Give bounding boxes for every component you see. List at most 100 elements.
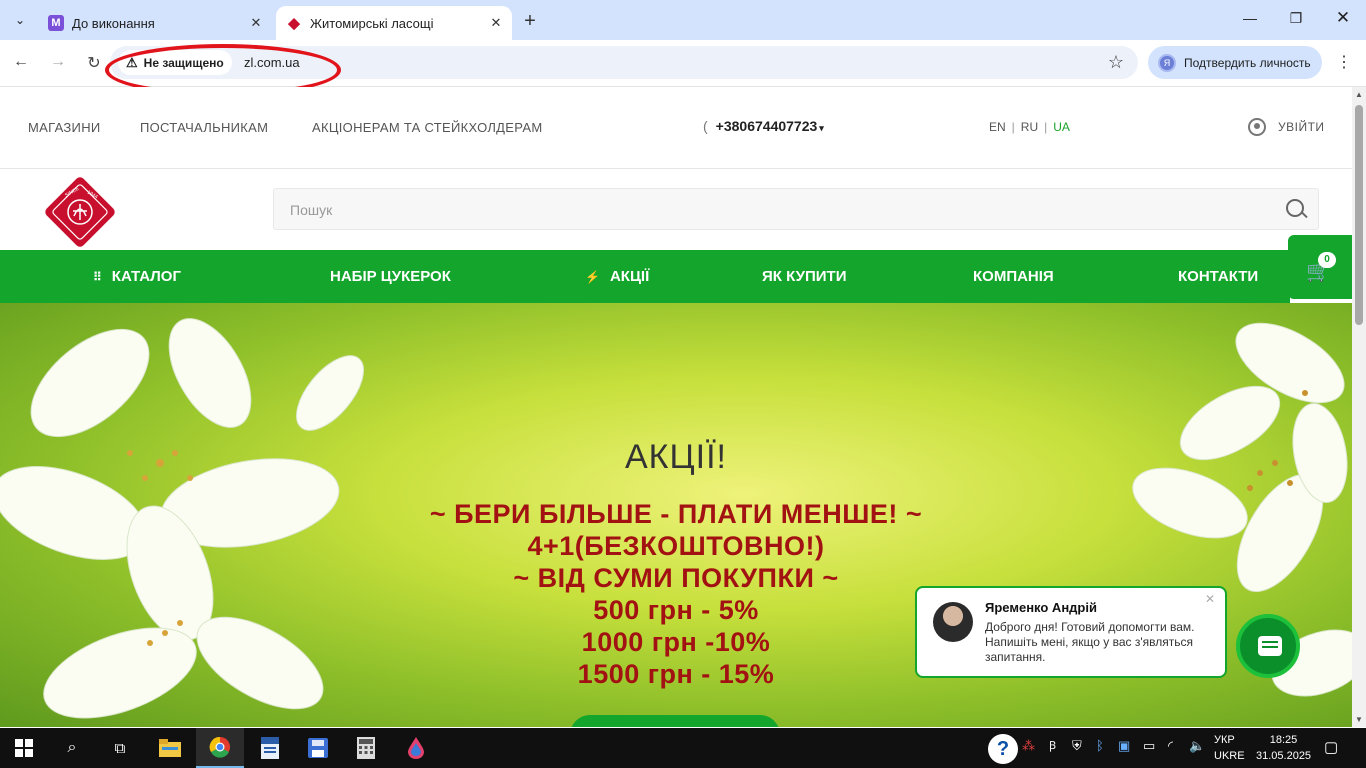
nav-label: ЯК КУПИТИ — [762, 268, 847, 285]
tray-network-app-icon[interactable]: ▣ — [1118, 738, 1130, 754]
scroll-down-icon[interactable]: ▼ — [1355, 715, 1363, 724]
file-explorer-icon[interactable] — [146, 728, 194, 768]
task-view-icon[interactable]: ⧉ — [96, 728, 144, 768]
nav-label: КОНТАКТИ — [1178, 268, 1259, 285]
bluetooth-icon[interactable]: ᛒ — [1096, 738, 1104, 753]
close-tab-icon[interactable]: ✕ — [246, 15, 266, 31]
search-field[interactable]: Пошук — [273, 188, 1319, 230]
calculator-icon[interactable] — [342, 728, 390, 768]
forward-icon[interactable]: → — [47, 53, 69, 71]
promo-cta-button[interactable] — [570, 715, 780, 727]
login-label: УВІЙТИ — [1278, 120, 1325, 134]
chat-launcher-button[interactable] — [1236, 614, 1300, 678]
page-scrollbar[interactable]: ▲ ▼ — [1352, 87, 1366, 727]
grid-icon: ⠿ — [93, 269, 102, 284]
lang-line: УКР — [1214, 734, 1235, 746]
nav-catalog[interactable]: ⠿ КАТАЛОГ — [93, 268, 181, 285]
start-button[interactable] — [0, 728, 48, 768]
chat-popup[interactable]: Яременко Андрій Доброго дня! Готовий доп… — [915, 586, 1227, 678]
language-switcher: EN | RU | UA — [989, 120, 1070, 134]
tab-zhytomyr[interactable]: ◆ Житомирські ласощі ✕ — [276, 6, 512, 40]
new-tab-icon[interactable]: + — [520, 10, 540, 33]
scroll-up-icon[interactable]: ▲ — [1355, 90, 1363, 99]
cart-count-badge: 0 — [1318, 252, 1336, 268]
phone-number: +380674407723 — [715, 118, 818, 134]
top-link-shareholders[interactable]: АКЦІОНЕРАМ ТА СТЕЙКХОЛДЕРАМ — [312, 120, 542, 135]
save-app-icon[interactable] — [294, 728, 342, 768]
search-taskbar-icon[interactable]: ⌕ — [48, 728, 96, 768]
lang-ua[interactable]: UA — [1053, 120, 1070, 134]
nav-candy-set[interactable]: НАБІР ЦУКЕРОК — [330, 268, 451, 285]
chat-bubble-icon — [1258, 636, 1282, 656]
input-language[interactable]: УКР UKRE — [1214, 732, 1245, 764]
help-icon[interactable]: ? — [988, 734, 1018, 764]
top-utility-nav: МАГАЗИНИ ПОСТАЧАЛЬНИКАМ АКЦІОНЕРАМ ТА СТ… — [0, 87, 1352, 169]
tray-security-icon[interactable]: ⛨ — [1072, 738, 1082, 754]
tray-translit-icon[interactable]: Ꞵ — [1049, 738, 1056, 753]
nav-label: АКЦІЇ — [609, 268, 650, 285]
nav-promotions[interactable]: ⚡ АКЦІЇ — [585, 268, 649, 285]
main-nav: ⠿ КАТАЛОГ НАБІР ЦУКЕРОК ⚡ АКЦІЇ ЯК КУПИТИ … — [0, 250, 1290, 303]
menu-kebab-icon[interactable]: ⋮ — [1336, 52, 1352, 72]
lang-ru[interactable]: RU — [1021, 120, 1038, 134]
reload-icon[interactable]: ↻ — [83, 53, 105, 73]
promo-line: ~ БЕРИ БІЛЬШЕ - ПЛАТИ МЕНШЕ! ~ — [429, 499, 923, 529]
nav-label: КАТАЛОГ — [111, 268, 181, 285]
nav-company[interactable]: КОМПАНІЯ — [973, 268, 1054, 285]
profile-button[interactable]: Я Подтвердить личность — [1148, 46, 1322, 79]
nav-label: КОМПАНІЯ — [973, 268, 1054, 285]
system-clock[interactable]: 18:25 31.05.2025 — [1256, 732, 1311, 764]
user-icon — [1248, 118, 1266, 136]
lang-en[interactable]: EN — [989, 120, 1006, 134]
consultant-avatar — [933, 602, 973, 642]
windows-logo-icon — [15, 739, 33, 757]
volume-icon[interactable]: 🔈 — [1189, 738, 1205, 754]
promo-title: АКЦІЇ! — [625, 438, 727, 476]
nav-label: НАБІР ЦУКЕРОК — [330, 268, 451, 285]
todo-favicon-icon: M — [48, 15, 64, 31]
site-logo[interactable]: SINCE 1944 — [41, 173, 119, 251]
browser-tab-bar: ⌄ M До виконання ✕ ◆ Житомирські ласощі … — [0, 0, 1366, 40]
profile-label: Подтвердить личность — [1184, 55, 1311, 70]
close-chat-popup-icon[interactable]: ✕ — [1205, 592, 1215, 606]
nav-how-to-buy[interactable]: ЯК КУПИТИ — [762, 268, 846, 285]
chrome-icon[interactable] — [196, 728, 244, 768]
phone-icon: ( — [703, 118, 708, 134]
promo-line: 4+1(БЕЗКОШТОВНО!) — [527, 531, 825, 561]
document-app-icon[interactable] — [246, 728, 294, 768]
wifi-icon[interactable]: ◜ — [1168, 738, 1173, 754]
lang-line: UKRE — [1214, 750, 1245, 762]
notifications-icon[interactable]: ▢ — [1324, 738, 1338, 756]
phone-dropdown[interactable]: ( +380674407723 ▾ — [703, 118, 824, 134]
tab-title: Житомирські ласощі — [310, 15, 434, 31]
drop-app-icon[interactable] — [392, 728, 440, 768]
bookmark-star-icon[interactable]: ☆ — [1108, 52, 1124, 73]
scrollbar-thumb[interactable] — [1355, 105, 1363, 325]
top-link-suppliers[interactable]: ПОСТАЧАЛЬНИКАМ — [140, 120, 268, 135]
site-favicon-icon: ◆ — [286, 15, 302, 32]
search-placeholder: Пошук — [290, 202, 333, 218]
top-link-stores[interactable]: МАГАЗИНИ — [28, 120, 101, 135]
chevron-down-icon: ▾ — [819, 123, 824, 133]
clock-date: 31.05.2025 — [1256, 750, 1312, 762]
close-window-icon[interactable]: ✕ — [1333, 8, 1353, 28]
tab-title: До виконання — [72, 15, 155, 31]
profile-avatar-icon: Я — [1158, 53, 1176, 72]
search-icon[interactable] — [1286, 199, 1304, 217]
lightning-icon: ⚡ — [585, 269, 600, 284]
tray-app-icon[interactable]: ⁂ — [1022, 738, 1035, 754]
battery-icon[interactable]: ▭ — [1143, 738, 1155, 754]
tab-search-chevron-icon[interactable]: ⌄ — [8, 8, 32, 32]
back-icon[interactable]: ← — [10, 53, 32, 71]
login-button[interactable]: УВІЙТИ — [1248, 118, 1325, 136]
nav-contacts[interactable]: КОНТАКТИ — [1178, 268, 1258, 285]
restore-icon[interactable]: ❐ — [1286, 10, 1306, 27]
tab-todo[interactable]: M До виконання ✕ — [40, 6, 272, 40]
clock-time: 18:25 — [1269, 734, 1298, 746]
chat-message: Доброго дня! Готовий допомогти вам. Напи… — [985, 620, 1195, 664]
windows-taskbar: ⌕ ⧉ ? ⁂ Ꞵ ⛨ ᛒ ▣ ▭ ◜ 🔈 УКР UKRE 18:25 31.… — [0, 728, 1366, 768]
cart-button[interactable]: 🛒 0 — [1288, 235, 1352, 299]
minimize-icon[interactable]: — — [1240, 10, 1260, 26]
consultant-name: Яременко Андрій — [985, 600, 1097, 615]
close-tab-icon[interactable]: ✕ — [486, 15, 506, 31]
